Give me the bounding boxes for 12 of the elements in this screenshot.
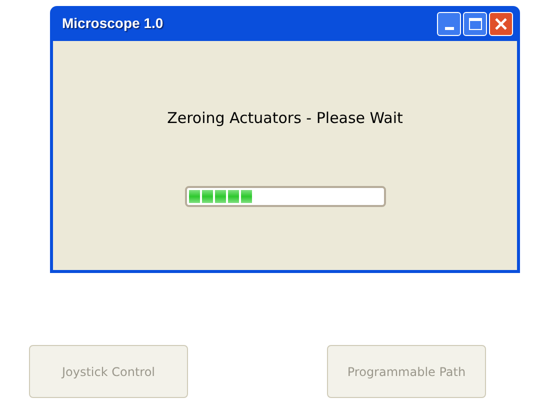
maximize-icon bbox=[468, 18, 482, 30]
minimize-button[interactable] bbox=[437, 12, 461, 36]
minimize-icon bbox=[444, 26, 454, 30]
close-icon bbox=[495, 18, 507, 30]
close-button[interactable] bbox=[489, 12, 513, 36]
window-title: Microscope 1.0 bbox=[62, 14, 164, 33]
progress-block bbox=[188, 190, 200, 202]
maximize-button[interactable] bbox=[463, 12, 487, 36]
progress-block bbox=[214, 190, 226, 202]
status-message: Zeroing Actuators - Please Wait bbox=[167, 108, 403, 129]
progress-block bbox=[228, 190, 238, 202]
progress-block bbox=[202, 190, 212, 202]
